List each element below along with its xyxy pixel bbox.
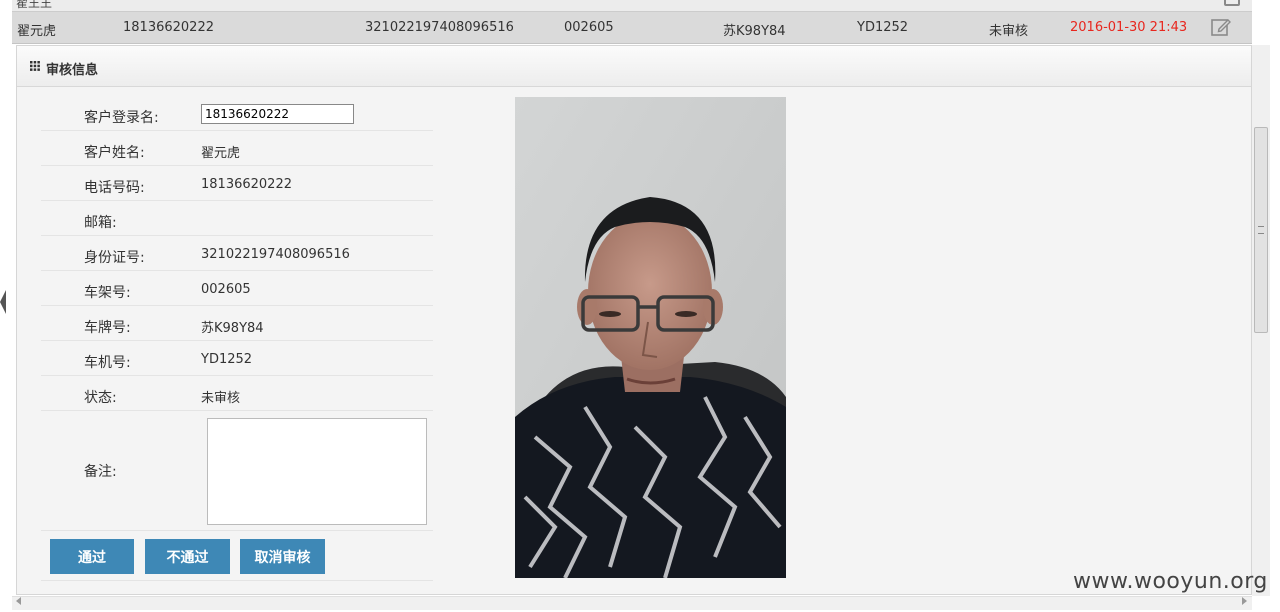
collapse-caret-icon[interactable] xyxy=(0,290,6,314)
id-photo xyxy=(515,97,786,578)
reject-button[interactable]: 不通过 xyxy=(145,539,230,574)
login-input[interactable] xyxy=(201,104,354,124)
field-remark: 备注: xyxy=(41,411,433,531)
remark-textarea[interactable] xyxy=(207,418,427,525)
edit-icon[interactable] xyxy=(1211,18,1231,36)
field-label: 车架号: xyxy=(84,285,131,301)
row-status: 未审核 xyxy=(989,24,1029,39)
row-name: 翟元虎 xyxy=(17,24,57,39)
field-phone: 电话号码: 18136620222 xyxy=(41,166,433,201)
row-datetime: 2016-01-30 21:43 xyxy=(1070,20,1188,35)
table-row[interactable]: 翟元虎 18136620222 321022197408096516 00260… xyxy=(12,12,1252,44)
field-login: 客户登录名: xyxy=(41,96,433,131)
watermark: www.wooyun.org xyxy=(1073,569,1268,594)
field-label: 邮箱: xyxy=(84,215,117,231)
review-form: 客户登录名: 客户姓名: 翟元虎 电话号码: 18136620222 邮箱: 身… xyxy=(41,96,433,581)
panel-title: 审核信息 xyxy=(46,63,99,78)
field-customer-name: 客户姓名: 翟元虎 xyxy=(41,131,433,166)
field-value: 002605 xyxy=(201,282,251,297)
review-panel: 审核信息 客户登录名: 客户姓名: 翟元虎 电话号码: 18136620222 … xyxy=(16,45,1252,595)
field-value: 321022197408096516 xyxy=(201,247,350,262)
field-label: 车机号: xyxy=(84,355,131,371)
field-value: YD1252 xyxy=(201,352,253,367)
row-id-number: 321022197408096516 xyxy=(365,20,514,35)
field-status: 状态: 未审核 xyxy=(41,376,433,411)
field-label: 备注: xyxy=(84,464,117,480)
field-email: 邮箱: xyxy=(41,201,433,236)
approve-button[interactable]: 通过 xyxy=(50,539,134,574)
field-label: 客户登录名: xyxy=(84,110,159,126)
horizontal-scrollbar[interactable] xyxy=(12,596,1252,610)
scroll-left-arrow-icon[interactable] xyxy=(16,597,21,605)
action-buttons: 通过 不通过 取消审核 xyxy=(41,531,433,581)
field-value: 翟元虎 xyxy=(201,146,241,161)
edit-icon[interactable] xyxy=(1224,0,1240,6)
grid-icon xyxy=(30,61,40,71)
row-plate-no: 苏K98Y84 xyxy=(723,24,786,39)
cancel-review-button[interactable]: 取消审核 xyxy=(240,539,325,574)
row-name: 翟王王 xyxy=(16,0,53,10)
field-value: 18136620222 xyxy=(201,177,292,192)
table-row-partial[interactable]: 翟王王 xyxy=(12,0,1252,12)
field-label: 电话号码: xyxy=(84,180,145,196)
field-engine-no: 车机号: YD1252 xyxy=(41,341,433,376)
row-frame-no: 002605 xyxy=(564,20,614,35)
row-login: 18136620222 xyxy=(123,20,214,35)
field-plate-no: 车牌号: 苏K98Y84 xyxy=(41,306,433,341)
vertical-scrollbar-thumb[interactable] xyxy=(1254,127,1268,333)
field-value: 未审核 xyxy=(201,391,241,406)
row-engine-no: YD1252 xyxy=(857,20,909,35)
field-label: 状态: xyxy=(84,390,117,406)
field-label: 车牌号: xyxy=(84,320,131,336)
scroll-right-arrow-icon[interactable] xyxy=(1242,597,1247,605)
field-label: 身份证号: xyxy=(84,250,145,266)
field-label: 客户姓名: xyxy=(84,145,145,161)
field-frame-no: 车架号: 002605 xyxy=(41,271,433,306)
page: 翟王王 翟元虎 18136620222 321022197408096516 0… xyxy=(0,0,1280,612)
panel-header: 审核信息 xyxy=(17,46,1251,87)
field-value: 苏K98Y84 xyxy=(201,321,264,336)
field-id-number: 身份证号: 321022197408096516 xyxy=(41,236,433,271)
